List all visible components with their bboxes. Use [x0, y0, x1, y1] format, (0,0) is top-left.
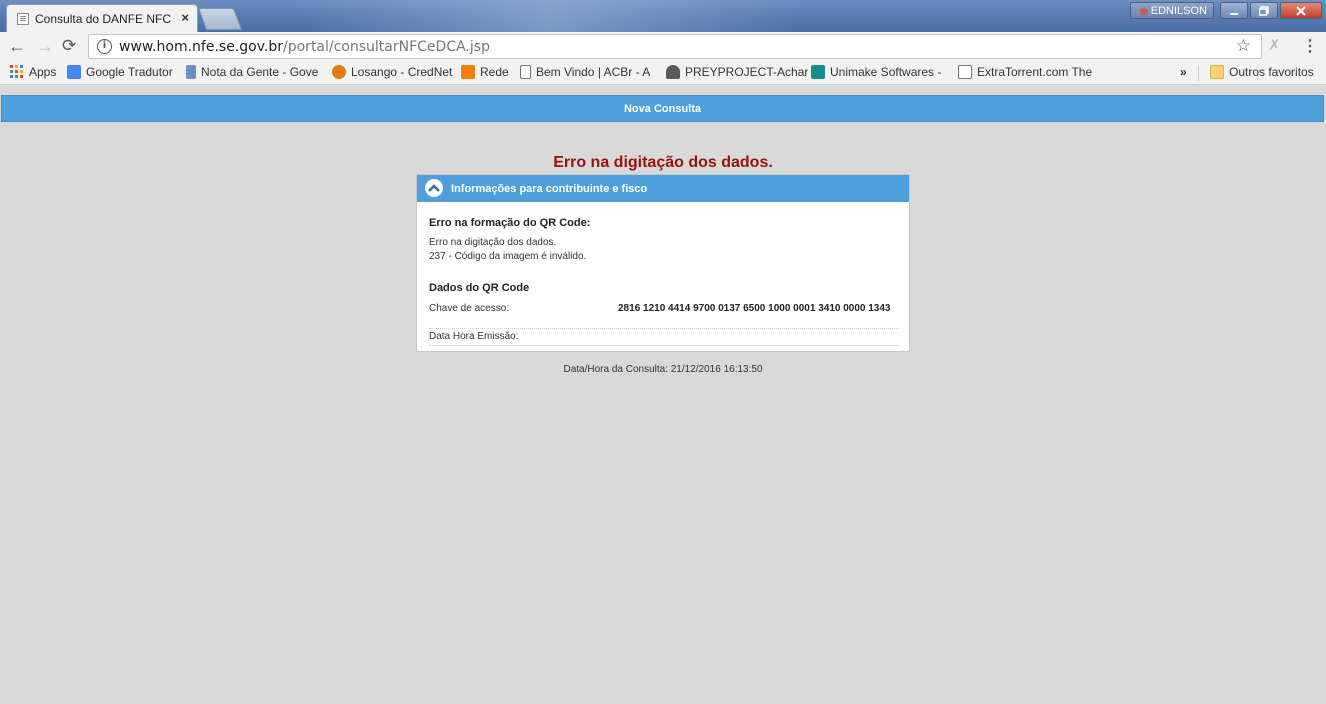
qr-data-heading: Dados do QR Code: [429, 282, 530, 294]
bookmark-outros-favoritos[interactable]: Outros favoritos: [1210, 65, 1314, 79]
new-tab-button[interactable]: [197, 8, 243, 30]
bookmark-extratorrent[interactable]: ExtraTorrent.com The: [958, 65, 1092, 79]
tab-title: Consulta do DANFE NFC: [35, 11, 172, 26]
unimake-icon: [811, 65, 825, 79]
back-arrow-icon[interactable]: ←: [8, 36, 26, 57]
apps-icon: [10, 65, 23, 78]
bookmark-label: Losango - CredNet: [351, 65, 453, 79]
bookmark-rede[interactable]: Rede: [461, 65, 509, 79]
qr-error-code: 237 - Código da imagem é inválido.: [429, 251, 587, 262]
bookmark-label: Outros favoritos: [1229, 65, 1314, 79]
chave-acesso-value: 2816 1210 4414 9700 0137 6500 1000 0001 …: [618, 303, 891, 314]
data-hora-emissao-row: Data Hora Emissão:: [429, 331, 899, 346]
browser-toolbar: ← → ⟳ i www.hom.nfe.se.gov.br/portal/con…: [0, 32, 1326, 61]
page-icon: [520, 65, 531, 79]
losango-icon: [332, 65, 346, 79]
chave-acesso-label: Chave de acesso:: [429, 303, 510, 314]
qr-error-message: Erro na digitação dos dados.: [429, 237, 557, 248]
close-icon: [1296, 5, 1306, 16]
bookmark-acbr[interactable]: Bem Vindo | ACBr - A: [520, 65, 650, 79]
window-titlebar: Consulta do DANFE NFC × ♚ EDNILSON: [0, 0, 1326, 32]
bookmark-preyproject[interactable]: PREYPROJECT-Achar: [666, 65, 808, 79]
bookmark-label: PREYPROJECT-Achar: [685, 65, 809, 79]
bookmarks-divider: [1198, 65, 1199, 81]
folder-icon: [1210, 65, 1224, 79]
info-card-header[interactable]: Informações para contribuinte e fisco: [417, 175, 909, 202]
google-translate-icon: [67, 65, 81, 79]
window-user-name: EDNILSON: [1150, 4, 1207, 17]
bookmark-google-tradutor[interactable]: Google Tradutor: [67, 65, 173, 79]
info-card-title: Informações para contribuinte e fisco: [451, 182, 648, 195]
info-card: Informações para contribuinte e fisco Er…: [416, 174, 910, 352]
site-info-icon[interactable]: i: [97, 39, 112, 54]
error-title: Erro na digitação dos dados.: [553, 154, 773, 171]
bookmark-losango[interactable]: Losango - CredNet: [332, 65, 452, 79]
bookmark-label: Apps: [29, 65, 57, 79]
data-hora-emissao-label: Data Hora Emissão:: [429, 331, 519, 342]
maximize-button[interactable]: [1250, 2, 1278, 19]
url-host: www.hom.nfe.se.gov.br: [119, 38, 284, 55]
nova-consulta-button[interactable]: Nova Consulta: [1, 95, 1324, 122]
nota-da-gente-icon: [186, 65, 196, 79]
tab-close-icon[interactable]: ×: [181, 10, 189, 25]
close-window-button[interactable]: [1280, 2, 1322, 19]
bookmarks-overflow-button[interactable]: »: [1180, 65, 1187, 79]
forward-arrow-icon[interactable]: →: [36, 36, 54, 57]
bookmark-unimake[interactable]: Unimake Softwares -: [811, 65, 941, 79]
browser-tab[interactable]: Consulta do DANFE NFC ×: [6, 4, 198, 32]
minimize-icon: [1230, 12, 1238, 15]
extratorrent-icon: [958, 65, 972, 79]
extension-icon[interactable]: ✗: [1268, 36, 1281, 54]
prey-icon: [666, 65, 680, 79]
chevron-up-icon: [428, 184, 440, 192]
collapse-chevron-icon[interactable]: [425, 179, 443, 197]
url-path: /portal/consultarNFCeDCA.jsp: [283, 38, 490, 55]
bookmark-label: Google Tradutor: [86, 65, 173, 79]
rede-icon: [461, 65, 475, 79]
user-profile-icon: ♚: [1139, 6, 1149, 18]
bookmark-label: Nota da Gente - Gove: [201, 65, 319, 79]
bookmark-label: Unimake Softwares -: [830, 65, 942, 79]
bookmark-nota-da-gente[interactable]: Nota da Gente - Gove: [186, 65, 318, 79]
bookmark-label: Bem Vindo | ACBr - A: [536, 65, 651, 79]
window-user-badge[interactable]: ♚ EDNILSON: [1130, 2, 1214, 19]
reload-icon[interactable]: ⟳: [62, 36, 76, 56]
restore-icon: [1259, 5, 1269, 16]
minimize-button[interactable]: [1220, 2, 1248, 19]
browser-menu-icon[interactable]: ⋮: [1302, 36, 1318, 56]
bookmark-star-icon[interactable]: ☆: [1236, 36, 1251, 56]
consulta-timestamp: Data/Hora da Consulta: 21/12/2016 16:13:…: [563, 364, 763, 375]
titlebar-decoration: [300, 0, 800, 32]
address-bar[interactable]: i www.hom.nfe.se.gov.br/portal/consultar…: [88, 34, 1262, 59]
bookmark-label: Rede: [480, 65, 509, 79]
qr-error-heading: Erro na formação do QR Code:: [429, 217, 591, 229]
bookmark-apps[interactable]: Apps: [10, 65, 56, 79]
chave-acesso-row: Chave de acesso: 2816 1210 4414 9700 013…: [429, 303, 899, 329]
page-content: Nova Consulta Erro na digitação dos dado…: [0, 85, 1326, 704]
bookmarks-bar: Apps Google Tradutor Nota da Gente - Gov…: [0, 61, 1326, 85]
page-favicon-icon: [17, 13, 29, 25]
bookmark-label: ExtraTorrent.com The: [977, 65, 1093, 79]
